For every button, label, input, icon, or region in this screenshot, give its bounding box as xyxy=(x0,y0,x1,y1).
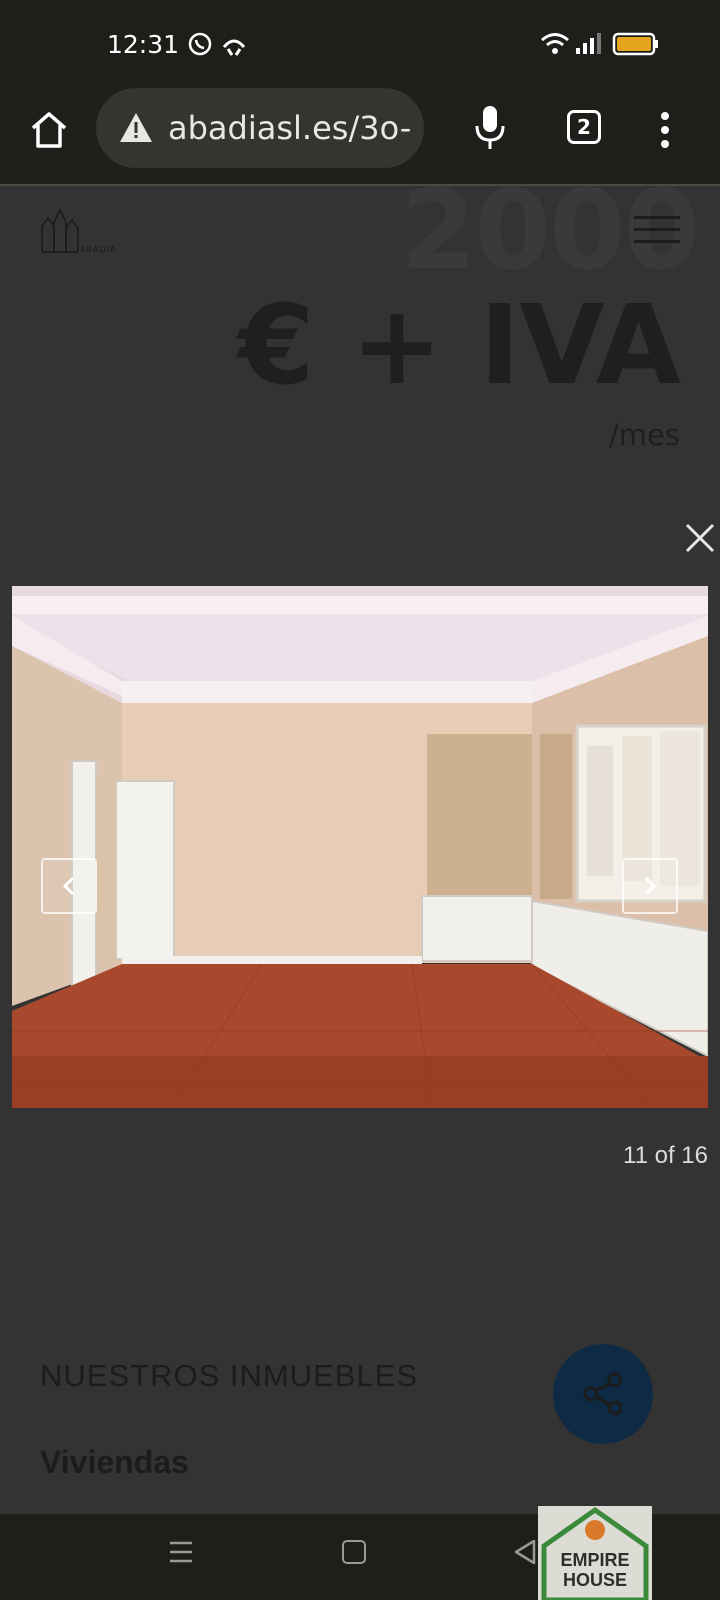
recents-icon[interactable] xyxy=(168,1540,194,1564)
back-icon[interactable] xyxy=(512,1538,538,1566)
site-logo[interactable]: ABADIA xyxy=(40,206,126,256)
section-subtitle[interactable]: Viviendas xyxy=(40,1444,189,1481)
wifi-icon xyxy=(541,33,569,54)
price-period: /mes xyxy=(609,418,680,452)
status-time: 12:31 xyxy=(107,30,180,59)
badge-line-1: EMPIRE xyxy=(560,1550,630,1570)
browser-toolbar: abadiasl.es/3o- 2 xyxy=(0,88,720,186)
url-bar[interactable]: abadiasl.es/3o- xyxy=(96,88,424,168)
signal-icon xyxy=(576,33,601,54)
share-icon xyxy=(583,1372,623,1416)
close-icon[interactable] xyxy=(684,522,716,554)
gallery-next-button[interactable] xyxy=(622,858,678,914)
battery-icon xyxy=(612,32,658,56)
status-bar: 12:31 xyxy=(0,0,720,88)
status-notification-icons xyxy=(188,31,258,61)
microphone-icon[interactable] xyxy=(468,104,512,152)
chevron-right-icon xyxy=(644,876,657,896)
home-nav-icon[interactable] xyxy=(342,1540,366,1564)
home-icon[interactable] xyxy=(27,108,71,152)
logo-text: ABADIA xyxy=(80,245,116,254)
warning-icon[interactable] xyxy=(118,110,154,146)
whatsapp-icon xyxy=(188,32,246,56)
section-title: NUESTROS INMUEBLES xyxy=(40,1358,419,1393)
tab-switcher-button[interactable]: 2 xyxy=(567,110,601,144)
status-system-icons xyxy=(540,31,660,61)
chevron-left-icon xyxy=(62,876,75,896)
empire-house-badge[interactable]: EMPIRE HOUSE xyxy=(538,1506,652,1600)
gallery-counter: 11 of 16 xyxy=(623,1142,708,1169)
hamburger-menu-icon[interactable] xyxy=(634,216,680,248)
more-options-icon[interactable] xyxy=(645,108,685,152)
gallery-photo xyxy=(12,586,708,1108)
url-text[interactable]: abadiasl.es/3o- xyxy=(168,108,424,148)
share-button[interactable] xyxy=(553,1344,653,1444)
gallery-previous-button[interactable] xyxy=(41,858,97,914)
badge-line-2: HOUSE xyxy=(562,1570,627,1590)
listing-price: € + IVA xyxy=(237,281,681,409)
